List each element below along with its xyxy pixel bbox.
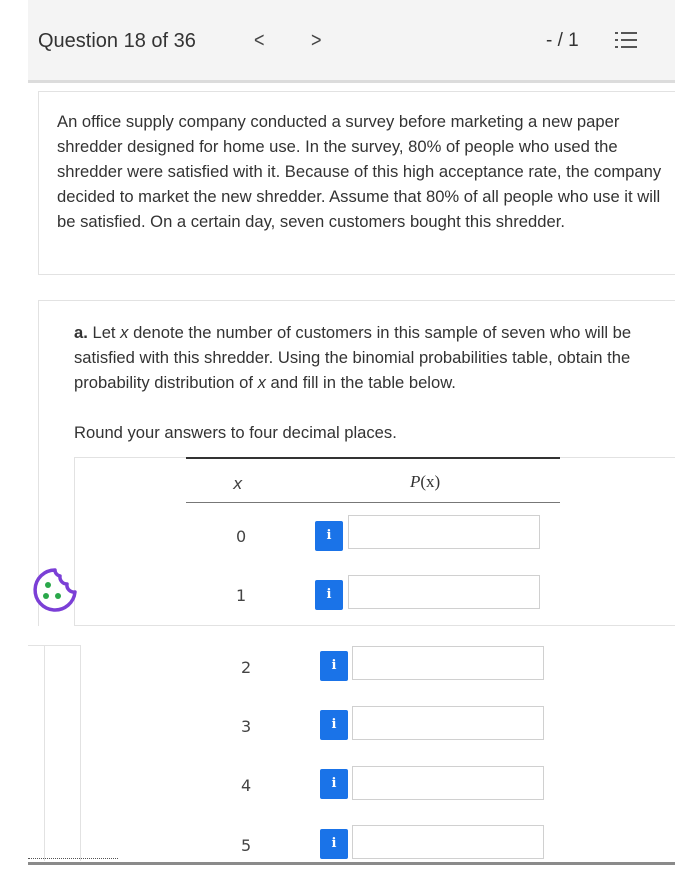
chevron-left-icon[interactable]: <: [254, 28, 265, 53]
probability-input[interactable]: [348, 575, 540, 609]
question-header: Question 18 of 36 < > - / 1: [28, 0, 675, 83]
probability-input[interactable]: [348, 515, 540, 549]
question-list-icon[interactable]: [615, 29, 637, 51]
prompt-text-3: and fill in the table below.: [265, 373, 456, 392]
probability-input[interactable]: [352, 706, 544, 740]
cookie-settings-icon[interactable]: [30, 565, 80, 615]
table-top-rule: [186, 457, 560, 459]
info-icon[interactable]: i: [315, 521, 343, 551]
info-icon[interactable]: i: [320, 829, 348, 859]
row-x-value: 1: [236, 586, 247, 605]
prompt-text-1: Let: [92, 323, 121, 342]
table-header-rule: [186, 502, 560, 503]
info-icon[interactable]: i: [320, 769, 348, 799]
divider: [44, 645, 45, 861]
part-label: a.: [74, 323, 88, 342]
probability-input[interactable]: [352, 766, 544, 800]
row-x-value: 2: [241, 658, 252, 677]
probability-input[interactable]: [352, 825, 544, 859]
column-header-px: P(x): [410, 472, 440, 492]
problem-card: An office supply company conducted a sur…: [38, 91, 675, 275]
px-p: P: [410, 472, 421, 491]
score-display: - / 1: [546, 30, 579, 51]
info-icon[interactable]: i: [320, 651, 348, 681]
column-header-x: x: [233, 474, 243, 493]
rounding-note: Round your answers to four decimal place…: [74, 423, 397, 442]
info-icon[interactable]: i: [320, 710, 348, 740]
row-x-value: 5: [241, 836, 252, 855]
question-counter: Question 18 of 36: [38, 30, 196, 52]
info-icon[interactable]: i: [315, 580, 343, 610]
probability-input[interactable]: [352, 646, 544, 680]
problem-text: An office supply company conducted a sur…: [57, 112, 662, 231]
px-var: (x): [420, 472, 441, 491]
row-x-value: 4: [241, 776, 252, 795]
part-a-prompt: a. Let x denote the number of customers …: [74, 320, 669, 395]
chevron-right-icon[interactable]: >: [311, 28, 322, 53]
row-x-value: 3: [241, 717, 252, 736]
variable-x-2: x: [257, 373, 266, 392]
row-x-value: 0: [236, 527, 247, 546]
divider: [28, 862, 675, 865]
